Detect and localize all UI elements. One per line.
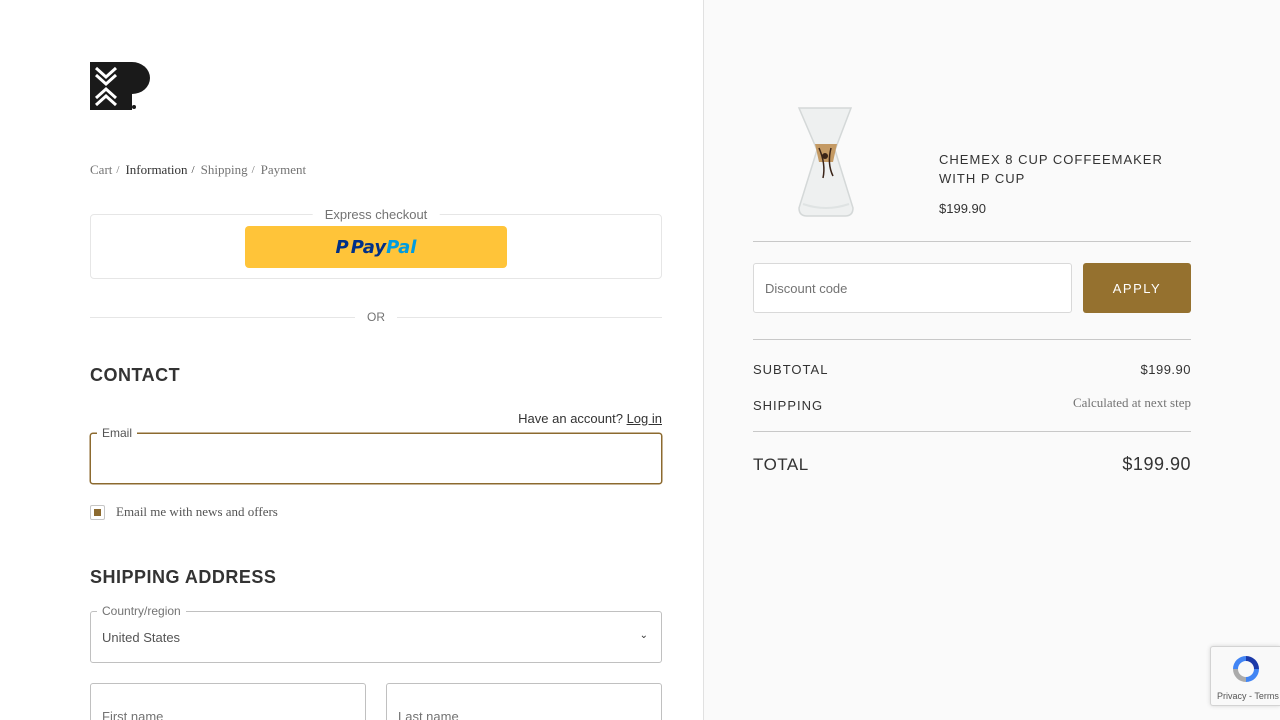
chevron-right-icon: / <box>116 164 120 176</box>
last-name-input[interactable] <box>387 684 661 720</box>
country-value: United States <box>102 630 181 645</box>
divider-line <box>90 317 355 318</box>
total-row: TOTAL $199.90 <box>753 454 1191 475</box>
newsletter-option[interactable]: Email me with news and offers <box>90 504 278 520</box>
or-label: OR <box>367 310 385 324</box>
breadcrumb-label: Shipping <box>200 162 248 177</box>
checkbox-checked-indicator <box>94 508 101 516</box>
shipping-row: SHIPPING Calculated at next step <box>753 392 1191 414</box>
newsletter-label[interactable]: Email me with news and offers <box>116 504 278 520</box>
chevron-down-icon: ⌄ <box>639 630 648 641</box>
recaptcha-links: Privacy - Terms <box>1217 691 1279 701</box>
breadcrumb-information: Information / <box>125 162 200 178</box>
shipping-label: SHIPPING <box>753 398 824 413</box>
express-checkout-box: Express checkout P PayPal <box>90 207 662 279</box>
product-price: $199.90 <box>939 201 986 216</box>
checkout-main: Cart / Information / Shipping / Payment Exp… <box>0 0 703 720</box>
breadcrumb: Cart / Information / Shipping / Payment <box>90 162 306 178</box>
order-summary: CHEMEX 8 CUP COFFEEMAKER WITH P CUP $199… <box>703 0 1280 720</box>
discount-code-input[interactable] <box>754 264 1071 312</box>
chemex-product-image <box>791 104 861 220</box>
breadcrumb-label[interactable]: Cart <box>90 162 112 178</box>
recaptcha-privacy-link[interactable]: Privacy <box>1217 691 1247 701</box>
recaptcha-terms-link[interactable]: Terms <box>1254 691 1279 701</box>
account-prompt: Have an account? Log in <box>518 411 662 426</box>
total-label: TOTAL <box>753 454 809 474</box>
breadcrumb-shipping: Shipping / <box>201 162 261 178</box>
paypal-button[interactable]: P PayPal <box>245 226 507 268</box>
subtotal-label: SUBTOTAL <box>753 362 829 377</box>
or-divider: OR <box>90 310 662 324</box>
email-label: Email <box>97 426 138 440</box>
email-input[interactable] <box>91 434 661 483</box>
divider-line <box>397 317 662 318</box>
summary-divider <box>753 241 1191 242</box>
paypal-wordmark-pal: Pal <box>386 236 417 258</box>
brand-logo[interactable] <box>90 62 150 110</box>
paypal-wordmark: PayPal <box>351 237 417 258</box>
apply-discount-button[interactable]: APPLY <box>1083 263 1191 313</box>
recaptcha-badge[interactable]: Privacy - Terms <box>1210 646 1280 706</box>
paypal-icon: P <box>335 236 349 258</box>
subtotal-row: SUBTOTAL $199.90 <box>753 362 1191 377</box>
breadcrumb-label: Payment <box>260 162 307 177</box>
breadcrumb-cart[interactable]: Cart / <box>90 162 125 178</box>
product-name: CHEMEX 8 CUP COFFEEMAKER WITH P CUP <box>939 152 1163 186</box>
first-name-input[interactable] <box>91 684 365 720</box>
contact-heading: CONTACT <box>90 365 181 385</box>
country-select[interactable]: Country/region United States ⌄ <box>90 604 662 663</box>
country-label: Country/region <box>97 604 186 618</box>
subtotal-value: $199.90 <box>1140 362 1191 377</box>
total-value: $199.90 <box>1122 454 1191 474</box>
summary-divider <box>753 339 1191 340</box>
first-name-field[interactable] <box>90 683 366 720</box>
shipping-address-heading: SHIPPING ADDRESS <box>90 567 277 587</box>
have-account-text: Have an account? <box>518 411 623 426</box>
breadcrumb-label: Information <box>125 162 188 177</box>
last-name-field[interactable] <box>386 683 662 720</box>
email-field[interactable]: Email <box>90 426 662 484</box>
shipping-value: Calculated at next step <box>1072 394 1191 410</box>
chevron-right-icon: / <box>251 164 255 176</box>
paypal-wordmark-pay: Pay <box>350 236 387 258</box>
express-checkout-label: Express checkout <box>312 207 440 222</box>
recaptcha-icon <box>1230 653 1262 685</box>
discount-code-field[interactable] <box>753 263 1072 313</box>
chevron-right-icon: / <box>191 164 195 176</box>
login-link[interactable]: Log in <box>627 411 662 426</box>
summary-divider <box>753 431 1191 432</box>
newsletter-checkbox[interactable] <box>90 504 105 520</box>
breadcrumb-payment: Payment <box>261 162 307 178</box>
